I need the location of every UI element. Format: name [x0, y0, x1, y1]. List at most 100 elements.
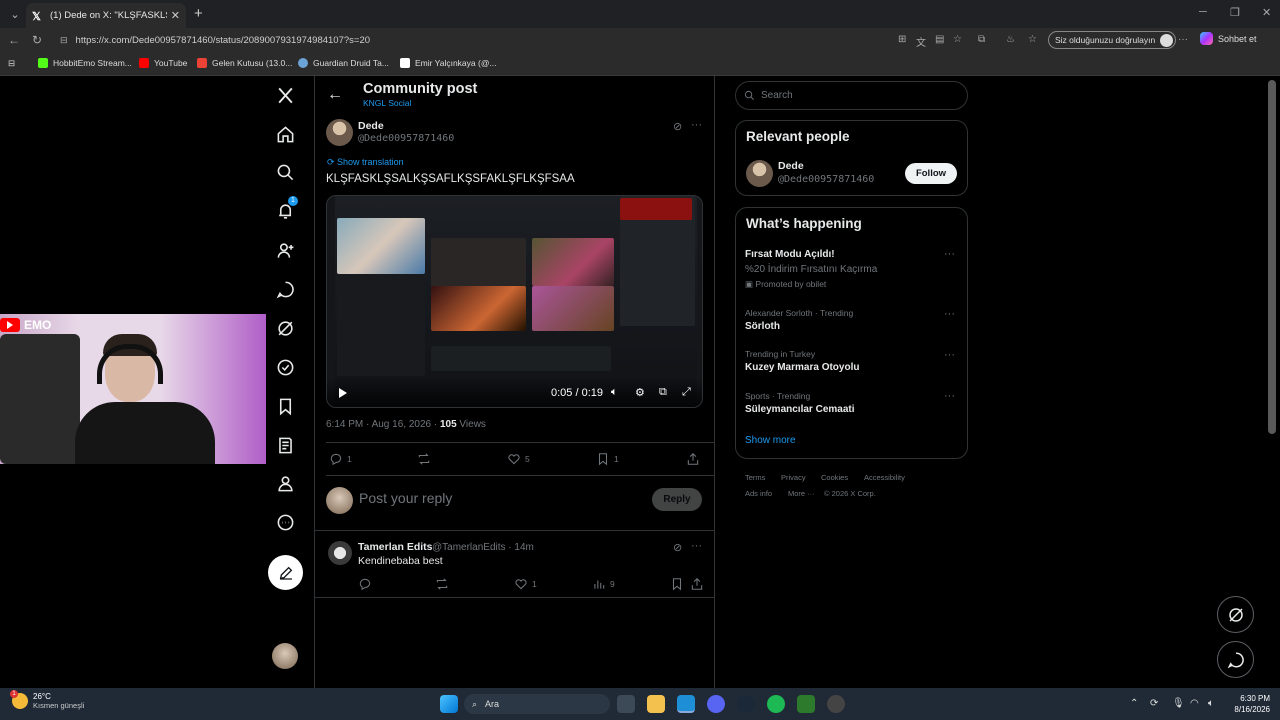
reply-author-handle[interactable]: @TamerlanEdits · 14m: [432, 542, 534, 553]
weather-widget[interactable]: 1 26°C Kısmen güneşli: [10, 690, 84, 710]
footer-privacy-link[interactable]: Privacy: [781, 473, 806, 482]
new-tab-icon[interactable]: +: [194, 5, 203, 22]
discord-icon[interactable]: [707, 695, 725, 713]
author-handle[interactable]: @Dede00957871460: [358, 133, 454, 144]
show-translation-link[interactable]: ⟳ Show translation: [327, 157, 404, 168]
reply-bookmark-action[interactable]: [670, 577, 688, 591]
extensions-icon[interactable]: ⧉: [978, 34, 985, 45]
bookmark-hobbitemo[interactable]: HobbitEmo Stream...: [38, 58, 132, 68]
bookmark-guardian-druid[interactable]: Guardian Druid Ta...: [298, 58, 389, 68]
author-avatar[interactable]: [326, 119, 353, 146]
reply-author-avatar[interactable]: [328, 541, 352, 565]
bookmarks-icon[interactable]: [272, 393, 298, 419]
tab-actions-chevron-icon[interactable]: ⌄: [2, 4, 28, 24]
steam-icon[interactable]: [737, 695, 755, 713]
obs-icon[interactable]: [827, 695, 845, 713]
grok-floating-button[interactable]: [1217, 596, 1254, 633]
address-bar[interactable]: ⊟ https://x.com/Dede00957871460/status/2…: [52, 30, 892, 50]
messages-floating-button[interactable]: [1217, 641, 1254, 678]
browser-tab-active[interactable]: 𝕏 (1) Dede on X: "KLŞFASKLŞSALKŞSA ✕: [26, 3, 186, 28]
trend-title[interactable]: Kuzey Marmara Otoyolu: [745, 362, 859, 373]
follow-add-user-icon[interactable]: [272, 237, 298, 263]
reply-action[interactable]: 1: [329, 452, 352, 466]
reload-icon[interactable]: ↻: [32, 33, 42, 47]
verify-identity-button[interactable]: Siz olduğunuzu doğrulayın: [1048, 31, 1177, 49]
minimize-icon[interactable]: ─: [1199, 6, 1207, 18]
picture-in-picture-icon[interactable]: ⧉: [659, 386, 667, 399]
x-home-logo-icon[interactable]: [272, 82, 298, 108]
follow-button[interactable]: Follow: [905, 163, 957, 184]
relevant-person-name[interactable]: Dede: [778, 160, 804, 172]
favorites-icon[interactable]: ☆: [1028, 34, 1037, 45]
taskbar-clock[interactable]: 6:30 PM 8/16/2026: [1224, 693, 1270, 715]
relevant-person-avatar[interactable]: [746, 160, 773, 187]
app-icon[interactable]: [797, 695, 815, 713]
trend-more-icon[interactable]: ···: [944, 349, 955, 361]
sync-icon[interactable]: ⟳: [1150, 698, 1158, 709]
community-link[interactable]: KNGL Social: [363, 98, 411, 108]
spotify-icon[interactable]: [767, 695, 785, 713]
footer-terms-link[interactable]: Terms: [745, 473, 765, 482]
reply-author-name[interactable]: Tamerlan Edits: [358, 541, 433, 553]
bookmark-action[interactable]: 1: [596, 452, 619, 466]
search-input[interactable]: Search: [735, 81, 968, 110]
wifi-icon[interactable]: ◠: [1190, 698, 1199, 709]
windows-start-icon[interactable]: [440, 695, 458, 713]
more-menu-icon[interactable]: ···: [1178, 34, 1188, 45]
footer-accessibility-link[interactable]: Accessibility: [864, 473, 905, 482]
tray-overflow-icon[interactable]: ⌃: [1130, 698, 1138, 709]
show-more-link[interactable]: Show more: [745, 435, 796, 446]
notifications-bell-icon[interactable]: 1: [272, 196, 298, 224]
app-available-icon[interactable]: ⊞: [898, 34, 906, 45]
back-arrow-icon[interactable]: ←: [327, 86, 343, 104]
fullscreen-icon[interactable]: ⤢: [682, 386, 691, 399]
collections-icon[interactable]: ⊟: [8, 58, 15, 69]
trend-more-icon[interactable]: ···: [944, 308, 955, 320]
repost-action[interactable]: [417, 452, 435, 466]
favorite-star-icon[interactable]: ☆: [953, 34, 962, 45]
trend-title[interactable]: Sörloth: [745, 321, 780, 332]
taskbar-search[interactable]: ⌕ Ara: [464, 694, 610, 714]
trend-title[interactable]: Fırsat Modu Açıldı!: [745, 249, 835, 260]
bookmark-youtube[interactable]: YouTube: [139, 58, 187, 68]
task-view-icon[interactable]: [617, 695, 635, 713]
trend-title[interactable]: Süleymancılar Cemaati: [745, 404, 855, 415]
window-close-icon[interactable]: ✕: [1262, 6, 1271, 19]
volume-icon[interactable]: 🔈︎: [611, 386, 618, 399]
file-explorer-icon[interactable]: [647, 695, 665, 713]
microphone-icon[interactable]: 🎙︎: [1172, 698, 1185, 709]
video-player[interactable]: 0:05 / 0:19 🔈︎ ⚙︎ ⧉ ⤢: [326, 195, 703, 408]
footer-ads-link[interactable]: Ads info: [745, 489, 772, 498]
reply-repost-action[interactable]: [435, 577, 453, 591]
grok-explain-icon[interactable]: ⊘: [673, 120, 682, 133]
copilot-button[interactable]: Sohbet et: [1200, 32, 1257, 45]
bookmark-gmail[interactable]: Gelen Kutusu (13.0...: [197, 58, 292, 68]
lists-icon[interactable]: [272, 432, 298, 458]
trend-more-icon[interactable]: ···: [944, 390, 955, 402]
profile-person-icon[interactable]: [272, 470, 298, 496]
reader-icon[interactable]: ▤: [935, 34, 944, 45]
settings-gear-icon[interactable]: ⚙︎: [635, 386, 645, 399]
browser-essentials-icon[interactable]: ♨: [1006, 34, 1015, 45]
reply-views-action[interactable]: 9: [592, 577, 615, 591]
close-tab-icon[interactable]: ✕: [171, 9, 180, 22]
footer-cookies-link[interactable]: Cookies: [821, 473, 848, 482]
author-name[interactable]: Dede: [358, 120, 384, 132]
relevant-person-handle[interactable]: @Dede00957871460: [778, 174, 874, 185]
restore-icon[interactable]: ❐: [1230, 6, 1240, 19]
grok-icon[interactable]: [272, 315, 298, 341]
account-avatar[interactable]: [272, 643, 298, 669]
site-info-icon[interactable]: ⊟: [60, 35, 68, 46]
communities-verified-icon[interactable]: [272, 354, 298, 380]
reply-like-action[interactable]: 1: [514, 577, 537, 591]
speaker-icon[interactable]: 🔈︎: [1208, 698, 1214, 709]
post-more-icon[interactable]: ···: [691, 119, 702, 131]
explore-search-icon[interactable]: [272, 159, 298, 185]
play-icon[interactable]: [339, 388, 347, 398]
back-icon[interactable]: ←: [8, 33, 20, 47]
trend-more-icon[interactable]: ···: [944, 248, 955, 260]
page-scrollbar[interactable]: [1268, 80, 1276, 434]
messages-chat-icon[interactable]: [272, 276, 298, 302]
reply-input[interactable]: Post your reply: [359, 490, 452, 506]
home-icon[interactable]: [272, 121, 298, 147]
